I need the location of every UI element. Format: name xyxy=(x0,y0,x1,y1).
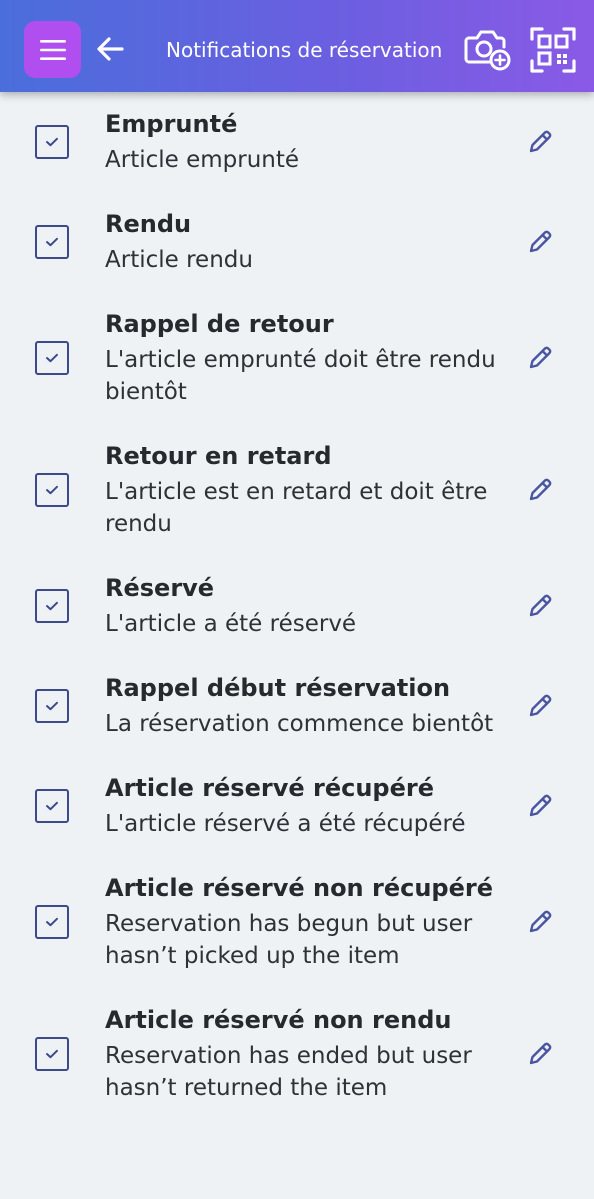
notification-item[interactable]: Retour en retard L'article est en retard … xyxy=(0,424,594,556)
notification-checkbox[interactable] xyxy=(35,125,69,159)
edit-button[interactable] xyxy=(523,1037,557,1071)
notification-description: Article rendu xyxy=(105,247,253,273)
edit-button[interactable] xyxy=(523,225,557,259)
notification-title: Rappel début réservation xyxy=(105,674,451,702)
edit-button[interactable] xyxy=(523,341,557,375)
edit-button[interactable] xyxy=(523,789,557,823)
notification-checkbox[interactable] xyxy=(35,789,69,823)
edit-button[interactable] xyxy=(523,473,557,507)
notification-item[interactable]: Rappel de retour L'article emprunté doit … xyxy=(0,292,594,424)
notification-item[interactable]: Emprunté Article emprunté xyxy=(0,92,594,192)
back-button[interactable] xyxy=(93,31,127,67)
check-icon xyxy=(46,353,58,363)
camera-add-icon xyxy=(464,30,511,71)
notification-description: L'article est en retard et doit être ren… xyxy=(105,479,488,537)
notification-item[interactable]: Rappel début réservation La réservation c… xyxy=(0,656,594,756)
pencil-icon xyxy=(529,1042,552,1065)
notification-description: L'article emprunté doit être rendu bient… xyxy=(105,347,496,405)
notification-checkbox[interactable] xyxy=(35,341,69,375)
notification-title: Réservé xyxy=(105,574,215,602)
page-title: Notifications de réservation xyxy=(166,38,443,62)
app-header: Notifications de réservation xyxy=(0,0,594,92)
check-icon xyxy=(46,701,58,711)
edit-button[interactable] xyxy=(523,125,557,159)
notification-item[interactable]: Article réservé non rendu Reservation has… xyxy=(0,988,594,1120)
check-icon xyxy=(46,137,58,147)
arrow-left-icon xyxy=(97,37,124,61)
notification-description: L'article réservé a été récupéré xyxy=(105,811,466,837)
pencil-icon xyxy=(529,694,552,717)
notification-checkbox[interactable] xyxy=(35,1037,69,1071)
notification-description: Article emprunté xyxy=(105,147,300,173)
hamburger-menu-icon xyxy=(39,39,66,60)
notification-checkbox[interactable] xyxy=(35,689,69,723)
notification-item[interactable]: Rendu Article rendu xyxy=(0,192,594,292)
check-icon xyxy=(46,601,58,611)
notification-title: Article réservé non rendu xyxy=(105,1006,452,1034)
notification-item[interactable]: Article réservé récupéré L'article réserv… xyxy=(0,756,594,856)
notification-title: Rendu xyxy=(105,210,192,238)
edit-button[interactable] xyxy=(523,589,557,623)
edit-button[interactable] xyxy=(523,905,557,939)
notification-description: L'article a été réservé xyxy=(105,611,357,637)
notification-title: Rappel de retour xyxy=(105,310,334,338)
camera-add-button[interactable] xyxy=(463,26,513,72)
notification-title: Article réservé récupéré xyxy=(105,774,434,802)
check-icon xyxy=(46,801,58,811)
check-icon xyxy=(46,237,58,247)
check-icon xyxy=(46,1049,58,1059)
pencil-icon xyxy=(529,230,552,253)
qr-scan-icon xyxy=(530,27,576,73)
notification-item[interactable]: Article réservé non récupéré Reservation … xyxy=(0,856,594,988)
notification-checkbox[interactable] xyxy=(35,589,69,623)
pencil-icon xyxy=(529,794,552,817)
check-icon xyxy=(46,485,58,495)
notification-description: Reservation has begun but user hasn’t pi… xyxy=(105,911,473,969)
notification-checkbox[interactable] xyxy=(35,473,69,507)
notification-checkbox[interactable] xyxy=(35,225,69,259)
notification-description: La réservation commence bientôt xyxy=(105,711,494,737)
notification-description: Reservation has ended but user hasn’t re… xyxy=(105,1043,472,1101)
edit-button[interactable] xyxy=(523,689,557,723)
notification-title: Article réservé non récupéré xyxy=(105,874,493,902)
notification-list: Emprunté Article emprunté Rendu Article ren… xyxy=(0,92,594,1120)
pencil-icon xyxy=(529,594,552,617)
pencil-icon xyxy=(529,346,552,369)
notification-title: Retour en retard xyxy=(105,442,332,470)
pencil-icon xyxy=(529,130,552,153)
notification-title: Emprunté xyxy=(105,110,238,138)
check-icon xyxy=(46,917,58,927)
pencil-icon xyxy=(529,910,552,933)
pencil-icon xyxy=(529,478,552,501)
qr-scan-button[interactable] xyxy=(530,27,576,73)
notification-checkbox[interactable] xyxy=(35,905,69,939)
notification-item[interactable]: Réservé L'article a été réservé xyxy=(0,556,594,656)
menu-button[interactable] xyxy=(24,21,81,78)
